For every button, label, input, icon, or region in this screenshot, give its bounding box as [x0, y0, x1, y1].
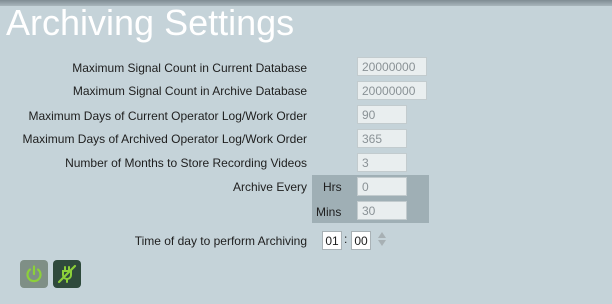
time-of-day-label: Time of day to perform Archiving: [134, 234, 307, 248]
signal-current-field[interactable]: 20000000: [357, 57, 427, 76]
hrs-field[interactable]: 0: [357, 177, 407, 196]
mins-field[interactable]: 30: [357, 201, 407, 220]
archive-every-label: Archive Every: [232, 180, 307, 194]
signal-current-label: Maximum Signal Count in Current Database: [72, 61, 307, 75]
days-current-field[interactable]: 90: [357, 105, 407, 124]
mins-label: Mins: [316, 205, 342, 219]
months-videos-label: Number of Months to Store Recording Vide…: [65, 156, 307, 170]
spin-up-icon[interactable]: [378, 232, 386, 238]
time-spinner[interactable]: [377, 232, 387, 248]
signal-archive-field[interactable]: 20000000: [357, 81, 427, 100]
signal-archive-label: Maximum Signal Count in Archive Database: [72, 84, 307, 98]
months-videos-field[interactable]: 3: [357, 153, 407, 172]
days-current-label: Maximum Days of Current Operator Log/Wor…: [28, 109, 307, 123]
page-title: Archiving Settings: [6, 2, 295, 43]
days-archived-field[interactable]: 365: [357, 129, 407, 148]
minute-field[interactable]: 00: [351, 231, 371, 250]
hrs-label: Hrs: [323, 180, 342, 194]
power-button[interactable]: [20, 260, 48, 288]
hour-field[interactable]: 01: [322, 231, 342, 250]
days-archived-label: Maximum Days of Archived Operator Log/Wo…: [22, 132, 307, 146]
time-separator: :: [344, 232, 348, 246]
disconnect-button[interactable]: [53, 260, 81, 288]
spin-down-icon[interactable]: [378, 240, 386, 246]
